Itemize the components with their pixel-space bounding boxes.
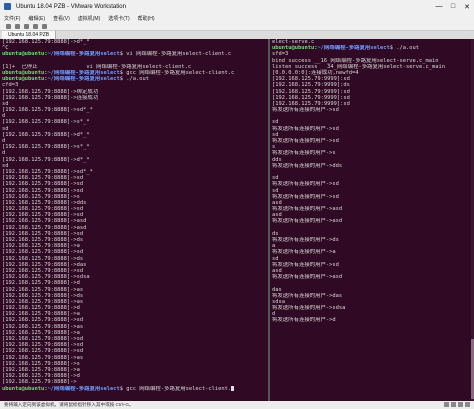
left-terminal[interactable]: [192.168.125.79:8888]->d*_* ^C ubuntu@ubun… [0, 39, 268, 401]
status-bar: 要将输入定向到该虚拟机，请将鼠标指针移入其中或按 Ctrl+G。 [0, 401, 474, 409]
prompt-path: ~/网络编程-多路复用select [47, 51, 120, 58]
menu-file[interactable]: 文件(F) [4, 15, 20, 22]
prompt-path: ~/网络编程-多路复用select [317, 45, 390, 52]
vmware-window: Ubuntu 18.04 PZB - VMware Workstation — … [0, 0, 474, 409]
right-terminal-output: elect-serve.c ubuntu@ubuntu:~/网络编程-多路复用se… [272, 39, 474, 324]
terminal-line: 将发送所有连接的用户->d [272, 317, 336, 324]
close-icon[interactable]: ✕ [460, 3, 474, 11]
sound-icon[interactable] [465, 402, 470, 407]
menu-tabs[interactable]: 选项卡(T) [108, 15, 129, 22]
menu-vm[interactable]: 虚拟机(M) [78, 15, 101, 22]
prompt-user: ubuntu@ubuntu: [2, 51, 48, 58]
terminal-line: ubuntu@ubuntu:~/网络编程-多路复用select$ gcc 网络编… [2, 385, 268, 392]
network-icon[interactable] [451, 402, 456, 407]
menu-view[interactable]: 查看(V) [53, 15, 70, 22]
toolbar [0, 23, 474, 31]
menu-edit[interactable]: 编辑(E) [28, 15, 45, 22]
terminal-cursor [231, 385, 235, 391]
command-text: $ gcc 网络编程-多路复用select-client. [119, 385, 232, 392]
status-text: 要将输入定向到该虚拟机，请将鼠标指针移入其中或按 Ctrl+G。 [4, 402, 134, 407]
right-terminal[interactable]: elect-serve.c ubuntu@ubuntu:~/网络编程-多路复用se… [270, 39, 474, 401]
prompt-path: ~/网络编程-多路复用select [47, 76, 120, 83]
vmware-icon [4, 3, 11, 10]
left-terminal-output: [192.168.125.79:8888]->d*_* ^C ubuntu@ubun… [2, 39, 268, 392]
power-icon[interactable] [6, 24, 11, 29]
terminal-line: ubuntu@ubuntu:~/网络编程-多路复用select$ vi 网络编程… [2, 51, 268, 57]
prompt-path: ~/网络编程-多路复用select [47, 385, 120, 392]
prompt-user: ubuntu@ubuntu: [2, 385, 48, 392]
tab-bar: Ubuntu 18.04 PZB [0, 31, 474, 39]
tab-ubuntu[interactable]: Ubuntu 18.04 PZB [2, 31, 57, 39]
command-text: $ vi 网络编程-多路复用select-client.c [119, 51, 232, 58]
maximize-icon[interactable]: □ [446, 3, 460, 10]
revert-icon[interactable] [33, 24, 38, 29]
prompt-path: ~/网络编程-多路复用select [47, 69, 120, 76]
send-keys-icon[interactable] [15, 24, 20, 29]
usb-icon[interactable] [458, 402, 463, 407]
device-icons [444, 402, 470, 407]
prompt-user: ubuntu@ubuntu: [2, 69, 48, 76]
menu-help[interactable]: 帮助(H) [138, 15, 155, 22]
snapshot-icon[interactable] [24, 24, 29, 29]
menu-bar: 文件(F) 编辑(E) 查看(V) 虚拟机(M) 选项卡(T) 帮助(H) [0, 13, 474, 23]
fullscreen-icon[interactable] [42, 24, 47, 29]
hdd-icon[interactable] [444, 402, 449, 407]
title-bar: Ubuntu 18.04 PZB - VMware Workstation — … [0, 0, 474, 13]
command-text: $ ./a.out [119, 76, 149, 83]
prompt-user: ubuntu@ubuntu: [2, 76, 48, 83]
minimize-icon[interactable]: — [432, 3, 446, 10]
command-text: $ ./a.out [389, 45, 419, 52]
prompt-user: ubuntu@ubuntu: [272, 45, 318, 52]
command-text: $ gcc 网络编程-多路复用select-client.c [119, 69, 235, 76]
window-title: Ubuntu 18.04 PZB - VMware Workstation [16, 3, 126, 10]
